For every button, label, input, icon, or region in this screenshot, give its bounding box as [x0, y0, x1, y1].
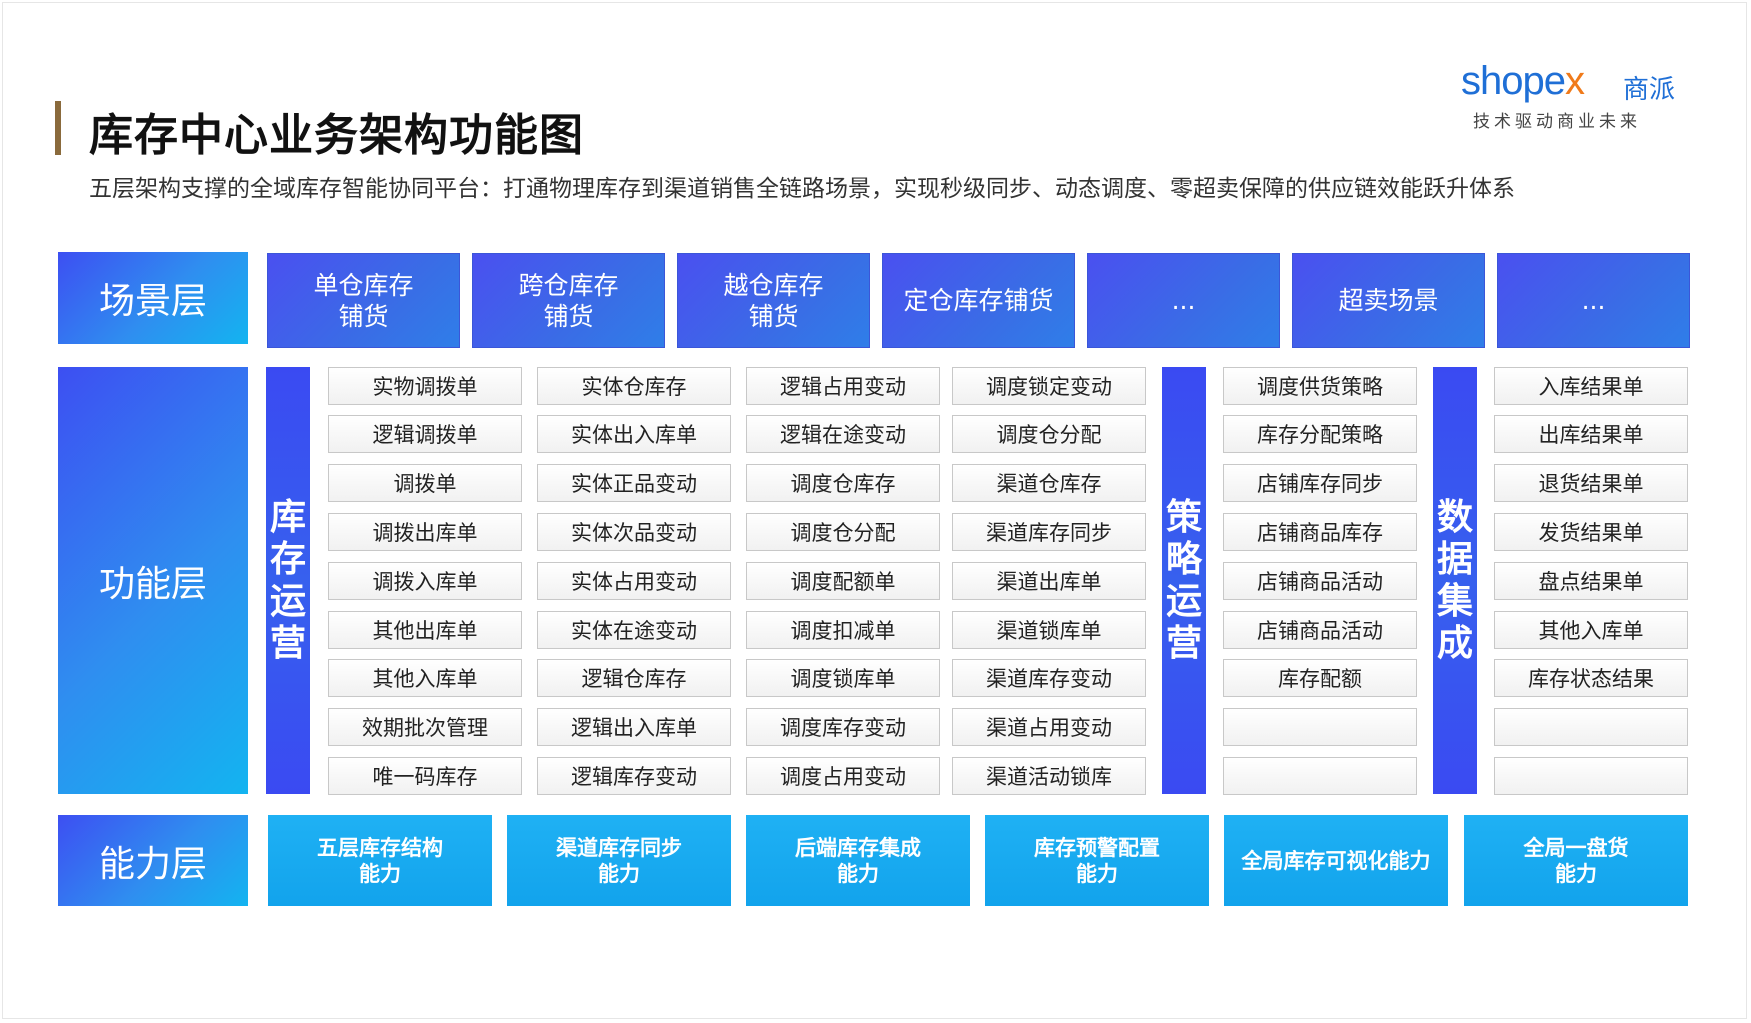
function-cell: 渠道出库单: [952, 562, 1146, 600]
function-cell: 店铺商品活动: [1223, 562, 1417, 600]
function-cell: [1223, 757, 1417, 795]
slide: 库存中心业务架构功能图 五层架构支撑的全域库存智能协同平台：打通物理库存到渠道销…: [2, 2, 1747, 1019]
group-label-text: 数据集成: [1436, 496, 1473, 664]
scene-box: ...: [1087, 253, 1280, 348]
function-cell: 调度仓库存: [746, 464, 940, 502]
scene-box: 单仓库存 铺货: [267, 253, 460, 348]
function-cell: 调度锁库单: [746, 659, 940, 697]
function-cell: 退货结果单: [1494, 464, 1688, 502]
function-cell: 调拨单: [328, 464, 522, 502]
page-subtitle: 五层架构支撑的全域库存智能协同平台：打通物理库存到渠道销售全链路场景，实现秒级同…: [89, 176, 1515, 202]
function-cell: 盘点结果单: [1494, 562, 1688, 600]
logo-wordmark: shopex: [1461, 59, 1585, 104]
capability-box: 五层库存结构 能力: [268, 815, 492, 906]
layer-label-capability: 能力层: [58, 815, 248, 906]
layer-label-function: 功能层: [58, 367, 248, 794]
function-cell: 调度扣减单: [746, 611, 940, 649]
function-cell: 库存配额: [1223, 659, 1417, 697]
function-cell: 实体在途变动: [537, 611, 731, 649]
logo-tagline: 技术驱动商业未来: [1473, 112, 1641, 132]
function-cell: 调度库存变动: [746, 708, 940, 746]
function-cell: 调度锁定变动: [952, 367, 1146, 405]
logo-chinese: 商派: [1623, 75, 1676, 105]
logo-text-shop: shop: [1461, 59, 1545, 103]
function-cell: 调度供货策略: [1223, 367, 1417, 405]
group-label-strategy-ops: 策略运营: [1162, 367, 1206, 794]
function-cell: 渠道活动锁库: [952, 757, 1146, 795]
page-title: 库存中心业务架构功能图: [89, 110, 584, 161]
function-cell: 渠道库存变动: [952, 659, 1146, 697]
group-label-text: 策略运营: [1165, 496, 1202, 664]
shopex-logo: shopex 商派 技术驱动商业未来: [1461, 59, 1685, 132]
title-accent-bar: [55, 101, 61, 155]
function-cell: 渠道占用变动: [952, 708, 1146, 746]
scene-box: 跨仓库存 铺货: [472, 253, 665, 348]
scene-box: 定仓库存铺货: [882, 253, 1075, 348]
function-cell: 逻辑库存变动: [537, 757, 731, 795]
capability-box: 全局一盘货 能力: [1464, 815, 1688, 906]
function-cell: 调度占用变动: [746, 757, 940, 795]
function-cell: 逻辑仓库存: [537, 659, 731, 697]
function-cell: 调度仓分配: [952, 415, 1146, 453]
logo-text-e: e: [1543, 59, 1566, 103]
function-cell: 出库结果单: [1494, 415, 1688, 453]
function-cell: 渠道锁库单: [952, 611, 1146, 649]
function-cell: 其他出库单: [328, 611, 522, 649]
group-label-text: 库存运营: [269, 496, 306, 664]
logo-text-x: x: [1565, 59, 1585, 103]
function-cell: 逻辑出入库单: [537, 708, 731, 746]
capability-box: 后端库存集成 能力: [746, 815, 970, 906]
group-label-inventory-ops: 库存运营: [266, 367, 310, 794]
function-cell: 实体出入库单: [537, 415, 731, 453]
function-cell: 实体正品变动: [537, 464, 731, 502]
capability-box: 库存预警配置 能力: [985, 815, 1209, 906]
function-cell: 店铺库存同步: [1223, 464, 1417, 502]
scene-box: ...: [1497, 253, 1690, 348]
scene-box: 超卖场景: [1292, 253, 1485, 348]
function-cell: 其他入库单: [1494, 611, 1688, 649]
function-cell: 逻辑占用变动: [746, 367, 940, 405]
function-cell: [1223, 708, 1417, 746]
function-cell: 调度仓分配: [746, 513, 940, 551]
function-cell: 调拨入库单: [328, 562, 522, 600]
function-cell: 实体仓库存: [537, 367, 731, 405]
function-cell: 库存状态结果: [1494, 659, 1688, 697]
function-cell: 店铺商品活动: [1223, 611, 1417, 649]
function-cell: 调度配额单: [746, 562, 940, 600]
scene-box: 越仓库存 铺货: [677, 253, 870, 348]
function-cell: 渠道库存同步: [952, 513, 1146, 551]
function-cell: 实体次品变动: [537, 513, 731, 551]
function-cell: 实体占用变动: [537, 562, 731, 600]
function-cell: 其他入库单: [328, 659, 522, 697]
function-cell: 实物调拨单: [328, 367, 522, 405]
capability-box: 全局库存可视化能力: [1224, 815, 1448, 906]
function-cell: 逻辑调拨单: [328, 415, 522, 453]
function-cell: 库存分配策略: [1223, 415, 1417, 453]
group-label-data-integration: 数据集成: [1433, 367, 1477, 794]
function-cell: 店铺商品库存: [1223, 513, 1417, 551]
function-cell: [1494, 708, 1688, 746]
function-cell: [1494, 757, 1688, 795]
function-cell: 入库结果单: [1494, 367, 1688, 405]
function-cell: 调拨出库单: [328, 513, 522, 551]
function-cell: 逻辑在途变动: [746, 415, 940, 453]
layer-label-scene: 场景层: [58, 252, 248, 344]
capability-box: 渠道库存同步 能力: [507, 815, 731, 906]
function-cell: 发货结果单: [1494, 513, 1688, 551]
function-cell: 渠道仓库存: [952, 464, 1146, 502]
function-cell: 唯一码库存: [328, 757, 522, 795]
function-cell: 效期批次管理: [328, 708, 522, 746]
